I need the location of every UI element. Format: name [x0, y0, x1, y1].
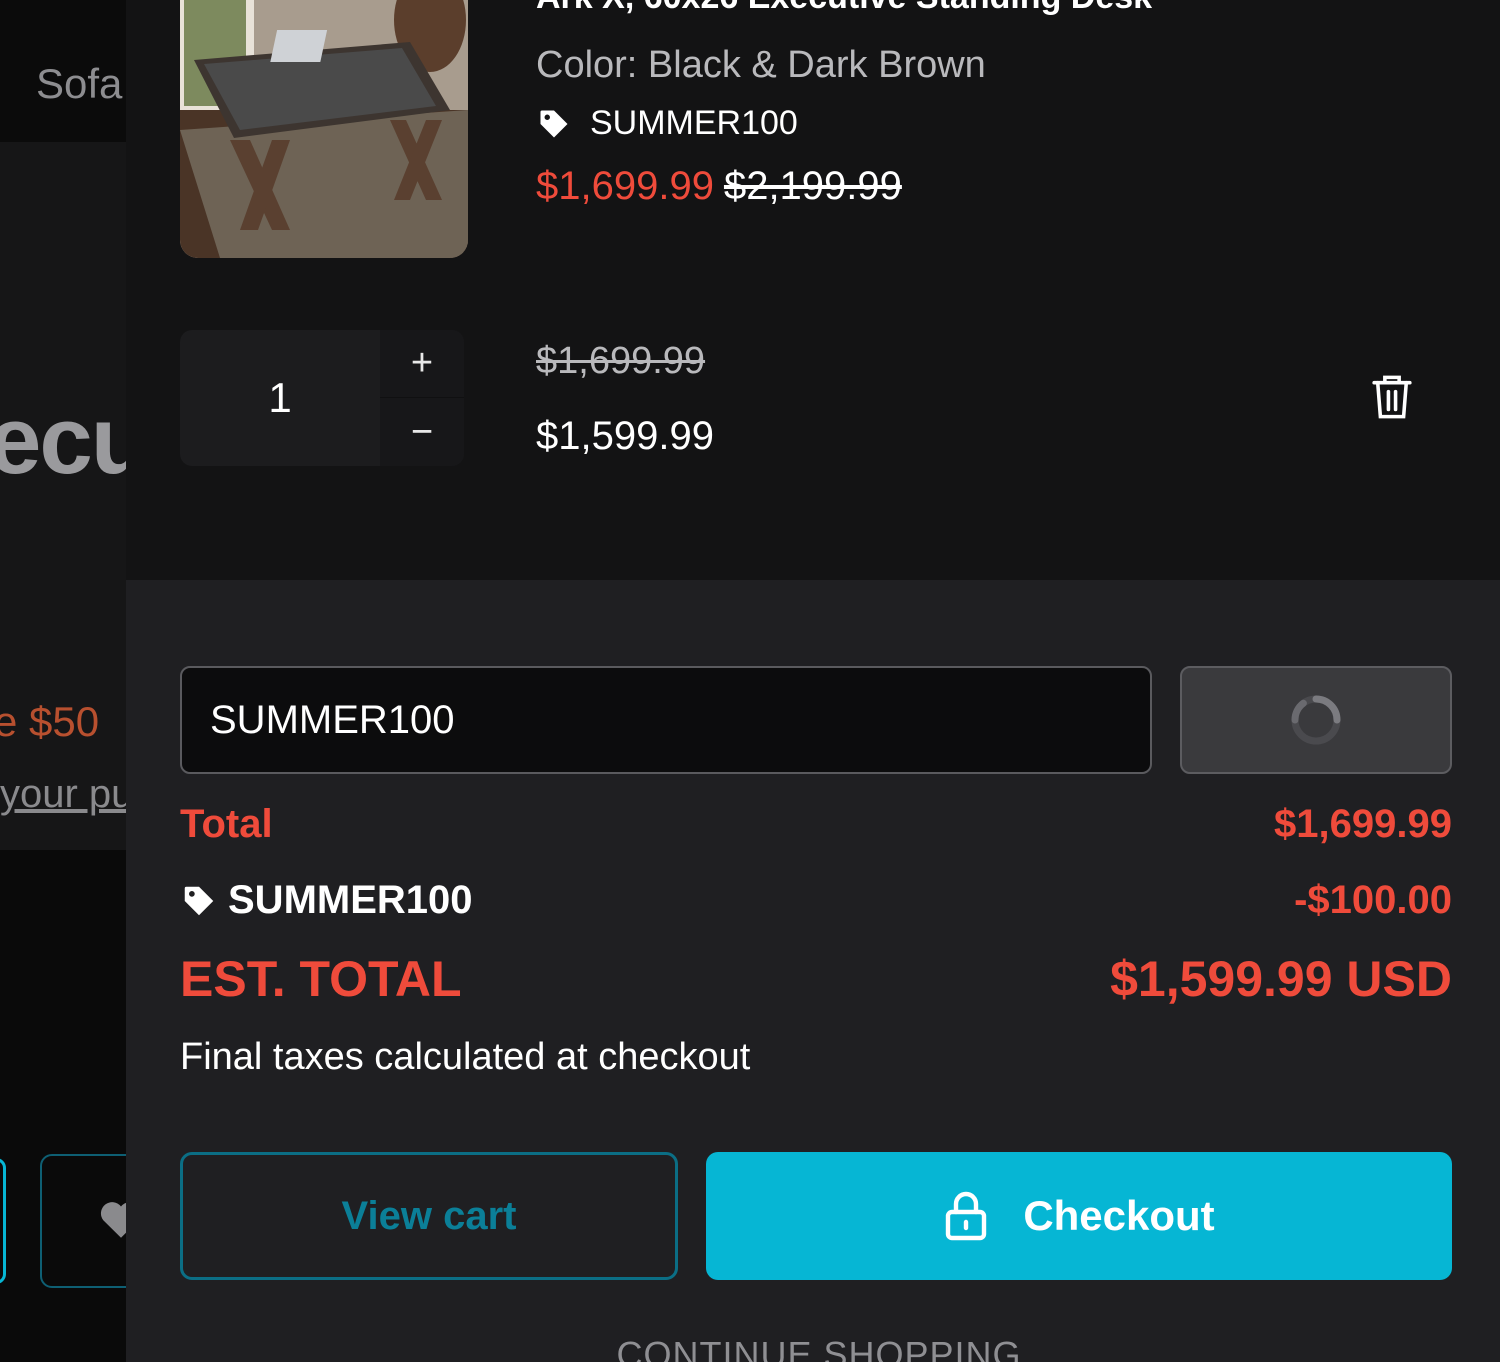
plus-icon: +	[410, 342, 434, 384]
spinner-icon	[1291, 695, 1341, 745]
tag-icon	[540, 110, 568, 137]
discount-code-input[interactable]	[180, 666, 1152, 774]
estimated-total-label: EST. TOTAL	[180, 951, 462, 1007]
background-button[interactable]	[0, 1158, 6, 1284]
continue-shopping-link[interactable]: CONTINUE SHOPPING	[126, 1334, 1500, 1362]
line-compare-price: $1,699.99	[536, 340, 706, 382]
trash-icon[interactable]	[1370, 372, 1414, 422]
background-nav-item-sofa[interactable]: Sofa	[36, 60, 122, 108]
background-wishlist-button[interactable]	[40, 1154, 126, 1288]
tax-note: Final taxes calculated at checkout	[180, 1036, 751, 1078]
item-discount-tag: SUMMER100	[536, 104, 798, 143]
background-nav: Sofa	[0, 0, 126, 142]
applied-discount-code: SUMMER100	[228, 878, 473, 922]
discount-value: -$100.00	[1294, 878, 1452, 922]
applied-discount: SUMMER100	[180, 878, 473, 923]
background-lower-section	[0, 850, 126, 1362]
product-prices: $1,699.99 $2,199.99	[536, 164, 902, 209]
view-cart-label: View cart	[341, 1193, 517, 1238]
background-heading: ecu	[0, 387, 126, 494]
estimated-total-row: EST. TOTAL $1,599.99 USD	[180, 950, 1452, 1008]
product-title[interactable]: Ark X, 60x26 Executive Standing Desk	[536, 0, 1152, 17]
quantity-input[interactable]: 1	[180, 330, 380, 466]
background-promo-text: e $50	[0, 698, 100, 745]
sale-price: $1,699.99	[536, 164, 714, 208]
desk-photo	[180, 0, 468, 258]
line-final-price: $1,599.99	[536, 414, 714, 458]
background-page: Sofa ecu e $50 your pu	[0, 0, 126, 1362]
background-link[interactable]: your pu	[0, 772, 126, 817]
quantity-stepper: 1 + −	[180, 330, 464, 466]
total-label: Total	[180, 802, 273, 846]
heart-icon	[100, 1202, 126, 1238]
discount-row: SUMMER100 -$100.00	[180, 878, 1452, 923]
item-discount-code: SUMMER100	[590, 104, 798, 142]
apply-discount-button[interactable]	[1180, 666, 1452, 774]
cart-summary: Total $1,699.99 SUMMER100 -$100.00 EST. …	[126, 580, 1500, 1362]
total-row: Total $1,699.99	[180, 802, 1452, 847]
estimated-total-value: $1,599.99 USD	[1110, 951, 1452, 1007]
cart-drawer: Ark X, 60x26 Executive Standing Desk Col…	[126, 0, 1500, 1362]
quantity-decrease-button[interactable]: −	[380, 398, 464, 466]
lock-icon	[946, 1191, 987, 1241]
compare-at-price: $2,199.99	[723, 164, 902, 208]
tag-icon	[184, 886, 214, 915]
total-value: $1,699.99	[1274, 802, 1452, 846]
quantity-increase-button[interactable]: +	[380, 330, 464, 398]
view-cart-button[interactable]: View cart	[180, 1152, 678, 1280]
checkout-label: Checkout	[1023, 1192, 1215, 1239]
product-variant: Color: Black & Dark Brown	[536, 44, 986, 86]
checkout-button[interactable]: Checkout	[706, 1152, 1452, 1280]
product-image[interactable]	[180, 0, 468, 258]
minus-icon: −	[410, 410, 434, 453]
